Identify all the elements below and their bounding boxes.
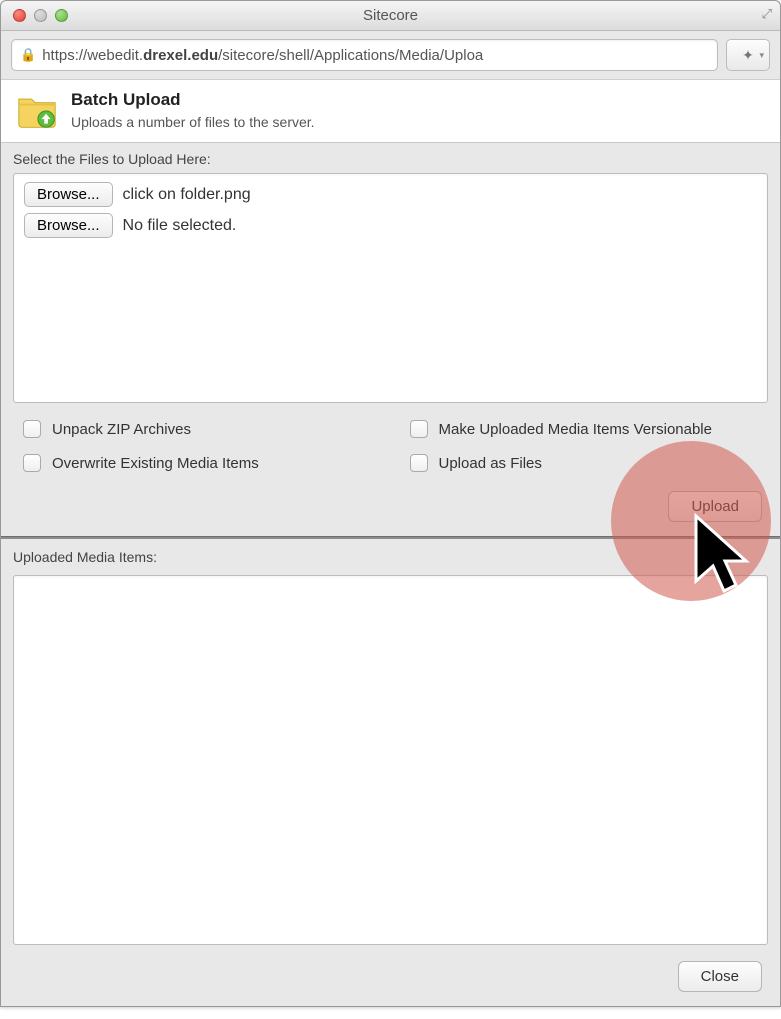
checkbox-input[interactable] — [23, 420, 41, 438]
uploaded-items-label: Uploaded Media Items: — [1, 539, 780, 571]
expand-icon[interactable]: ⤢ — [762, 6, 772, 22]
upload-action-row: Upload — [1, 485, 780, 536]
browse-button[interactable]: Browse... — [24, 213, 113, 238]
unpack-zip-checkbox[interactable]: Unpack ZIP Archives — [19, 417, 376, 441]
batch-upload-folder-icon — [15, 90, 59, 130]
checkbox-label: Upload as Files — [439, 455, 542, 472]
checkbox-input[interactable] — [23, 454, 41, 472]
url-scheme: https:// — [42, 47, 87, 64]
page-header: Batch Upload Uploads a number of files t… — [1, 80, 780, 143]
app-window: Sitecore ⤢ 🔒 https://webedit.drexel.edu/… — [0, 0, 781, 1007]
lock-icon: 🔒 — [20, 47, 36, 63]
file-row: Browse... click on folder.png — [24, 182, 757, 207]
checkbox-label: Overwrite Existing Media Items — [52, 455, 259, 472]
upload-options: Unpack ZIP Archives Make Uploaded Media … — [1, 403, 780, 485]
reader-dropdown-button[interactable]: ✦ — [726, 39, 770, 71]
checkbox-label: Make Uploaded Media Items Versionable — [439, 421, 713, 438]
address-bar: 🔒 https://webedit.drexel.edu/sitecore/sh… — [1, 31, 780, 80]
checkbox-label: Unpack ZIP Archives — [52, 421, 191, 438]
close-button[interactable]: Close — [678, 961, 762, 992]
close-action-row: Close — [1, 945, 780, 1006]
checkbox-input[interactable] — [410, 420, 428, 438]
page-subtitle: Uploads a number of files to the server. — [71, 114, 315, 130]
reader-icon: ✦ — [742, 47, 754, 64]
browse-button[interactable]: Browse... — [24, 182, 113, 207]
page-title: Batch Upload — [71, 90, 315, 110]
file-picker-area: Browse... click on folder.png Browse... … — [13, 173, 768, 403]
url-path: /sitecore/shell/Applications/Media/Uploa — [218, 47, 483, 64]
window-title: Sitecore — [1, 7, 780, 24]
versionable-checkbox[interactable]: Make Uploaded Media Items Versionable — [406, 417, 763, 441]
url-domain: drexel.edu — [143, 47, 218, 64]
file-name-text: No file selected. — [123, 217, 237, 235]
uploaded-items-area — [13, 575, 768, 945]
file-name-text: click on folder.png — [123, 186, 251, 204]
overwrite-checkbox[interactable]: Overwrite Existing Media Items — [19, 451, 376, 475]
file-row: Browse... No file selected. — [24, 213, 757, 238]
url-subdomain: webedit. — [87, 47, 143, 64]
upload-button[interactable]: Upload — [668, 491, 762, 522]
upload-as-files-checkbox[interactable]: Upload as Files — [406, 451, 763, 475]
select-files-label: Select the Files to Upload Here: — [1, 143, 780, 173]
url-field[interactable]: 🔒 https://webedit.drexel.edu/sitecore/sh… — [11, 39, 718, 71]
checkbox-input[interactable] — [410, 454, 428, 472]
titlebar[interactable]: Sitecore ⤢ — [1, 1, 780, 31]
